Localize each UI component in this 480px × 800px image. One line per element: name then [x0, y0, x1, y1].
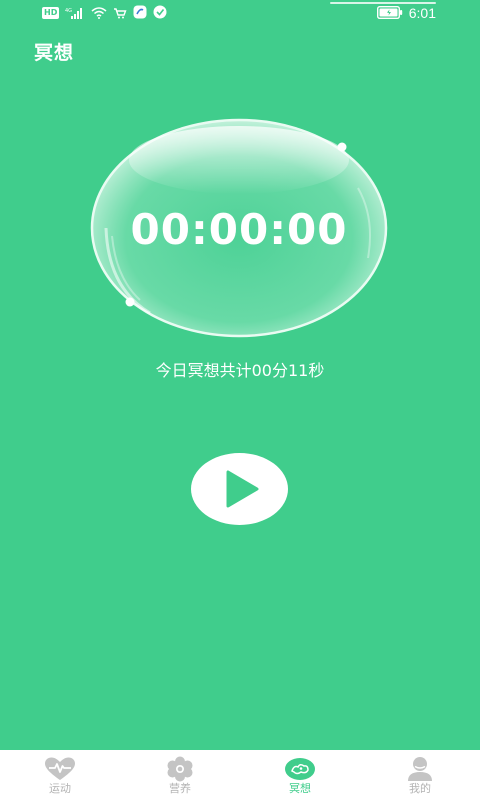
- hd-badge: HD: [42, 7, 60, 19]
- nav-item-meditation[interactable]: 冥想: [240, 750, 360, 800]
- nav-label-exercise: 运动: [49, 782, 71, 795]
- wifi-icon: [91, 4, 107, 23]
- shield-icon: [153, 4, 167, 23]
- orbit-dot-top: [337, 142, 347, 152]
- nav-item-profile[interactable]: 我的: [360, 750, 480, 800]
- cart-icon: [113, 4, 127, 23]
- nav-label-nutrition: 营养: [169, 782, 191, 795]
- play-icon: [226, 470, 259, 508]
- heartbeat-icon: [44, 756, 76, 782]
- nav-item-exercise[interactable]: 运动: [0, 750, 120, 800]
- app-badge-icon: [133, 4, 147, 23]
- status-bar-left: HD 4G: [42, 5, 167, 21]
- person-icon: [404, 756, 436, 782]
- status-bar-right: 6:01: [376, 4, 436, 23]
- battery-icon: [376, 4, 403, 23]
- page-title: 冥想: [34, 42, 75, 64]
- status-bar: HD 4G 6:01: [0, 0, 480, 26]
- flower-icon: [164, 756, 196, 782]
- nav-label-meditation: 冥想: [289, 782, 311, 795]
- orbit-dot-bottom: [125, 297, 135, 307]
- play-button[interactable]: [191, 453, 288, 525]
- daily-summary: 今日冥想共计00分11秒: [155, 361, 325, 380]
- clock-time: 6:01: [408, 5, 436, 21]
- signal-icon: 4G: [65, 4, 85, 23]
- bottom-nav: 运动 营养 冥想 我的: [0, 750, 480, 800]
- nav-label-profile: 我的: [409, 782, 431, 795]
- signal-label: 4G: [65, 8, 72, 14]
- nav-item-nutrition[interactable]: 营养: [120, 750, 240, 800]
- meditation-screen: HD 4G 6:01 冥想 00:00:00 今日冥想共计00分11秒 运动 营…: [0, 0, 480, 800]
- timer-display: 00:00:00: [130, 205, 348, 254]
- meditation-icon: [284, 756, 316, 782]
